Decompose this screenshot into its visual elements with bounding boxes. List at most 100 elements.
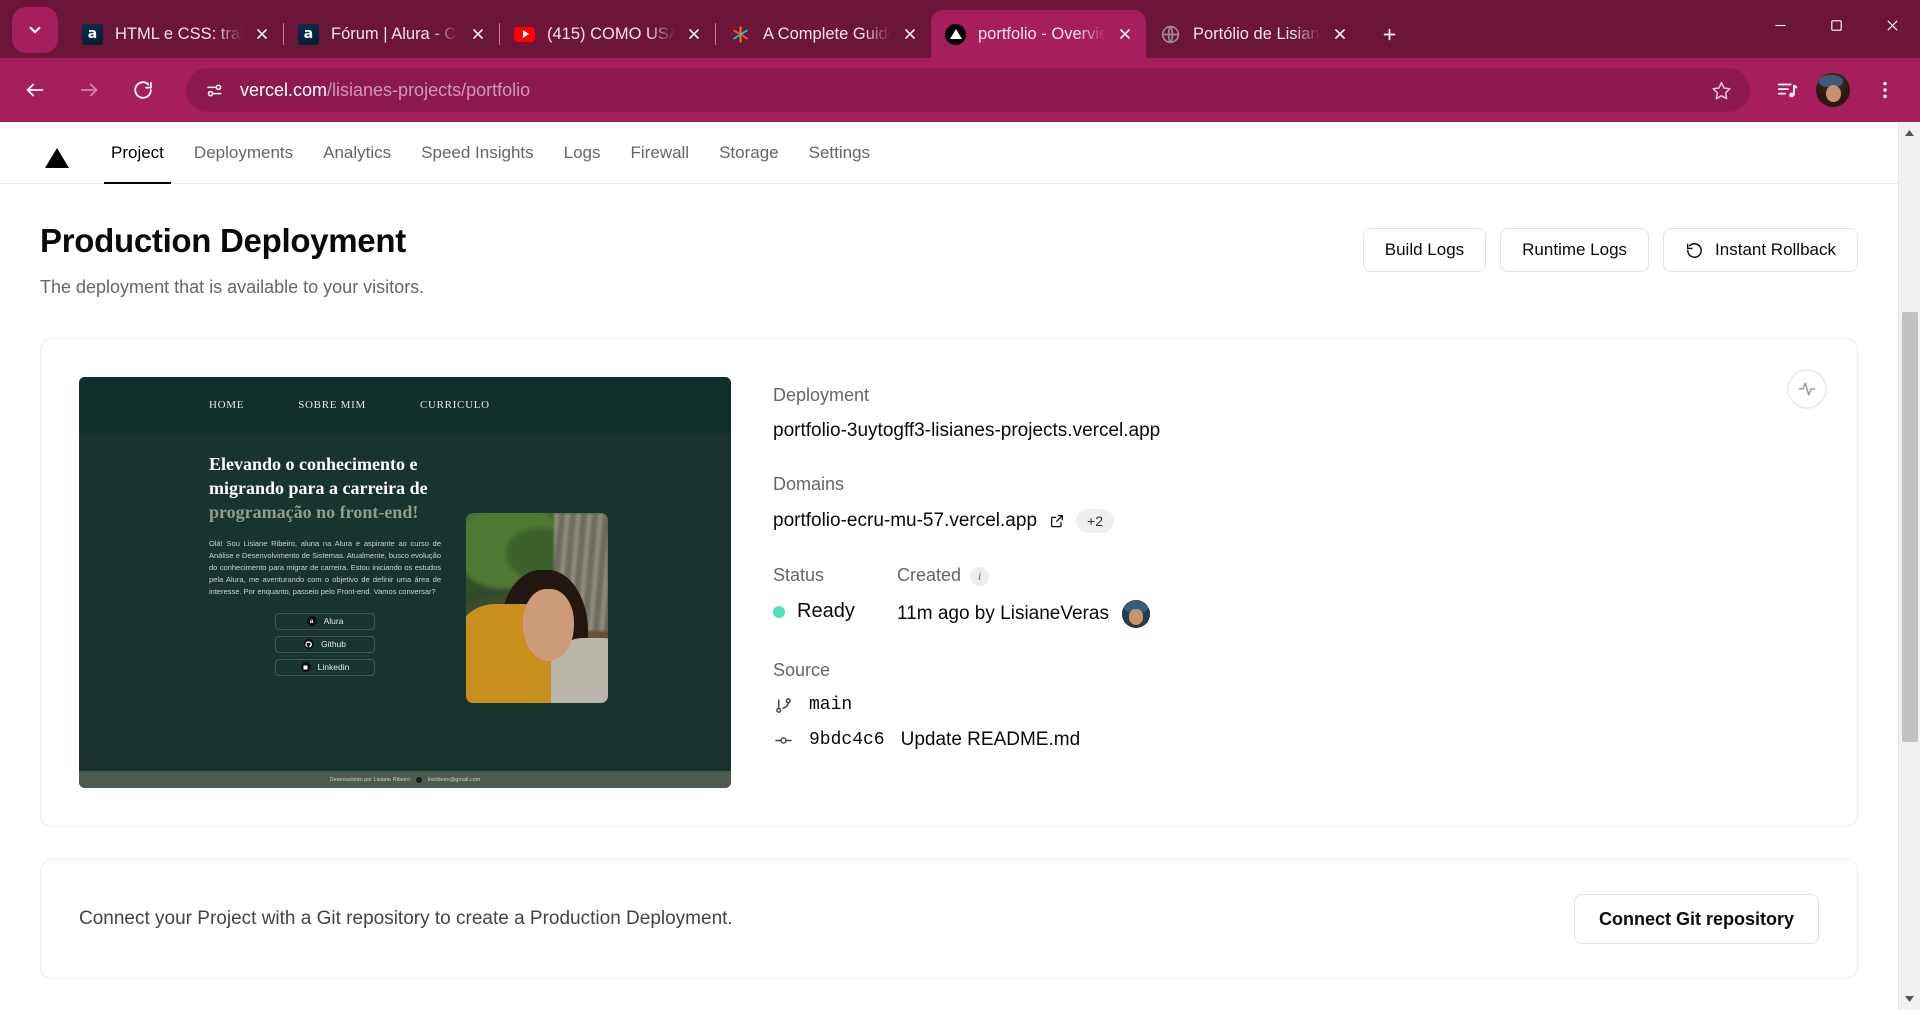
tab-close-button[interactable] — [465, 21, 491, 47]
nav-label: Storage — [719, 142, 779, 162]
forward-button[interactable] — [68, 69, 110, 111]
tab-storage[interactable]: Storage — [704, 122, 794, 184]
window-controls — [1752, 0, 1920, 58]
preview-button-github: Github — [275, 635, 375, 653]
preview-footer-email: lisiribeiro@gmail.com — [428, 776, 481, 783]
tab-speed-insights[interactable]: Speed Insights — [406, 122, 548, 184]
header-actions: Build Logs Runtime Logs Instant Rollback — [1362, 222, 1858, 272]
button-label: Runtime Logs — [1522, 240, 1628, 259]
playlist-music-icon — [1777, 83, 1798, 98]
preview-button-alura: a Alura — [275, 612, 375, 630]
tab-close-button[interactable] — [1327, 21, 1353, 47]
status-column: Status Ready — [773, 565, 897, 628]
connect-git-text: Connect your Project with a Git reposito… — [79, 908, 733, 929]
preview-footer: Desenvolvido por Lisiane Ribeiro lisirib… — [79, 771, 731, 788]
alura-icon: a — [298, 23, 319, 45]
close-icon — [1887, 20, 1897, 30]
tab-strip: a HTML e CSS: trabal a Fórum | Alura - C… — [0, 0, 1920, 58]
scroll-up-button[interactable] — [1899, 122, 1920, 144]
tab-close-button[interactable] — [681, 21, 707, 47]
tab-title: A Complete Guide — [763, 24, 891, 43]
reload-button[interactable] — [122, 69, 164, 111]
commit-row[interactable]: 9bdc4c6 Update README.md — [773, 729, 1819, 751]
tab-title: (415) COMO USAR — [547, 24, 675, 43]
tab-close-button[interactable] — [897, 21, 923, 47]
external-link-icon[interactable] — [1048, 513, 1065, 530]
bookmark-button[interactable] — [1704, 73, 1738, 107]
info-icon[interactable]: i — [970, 566, 990, 586]
author-avatar[interactable] — [1121, 600, 1150, 628]
chevron-up-icon — [1905, 130, 1914, 136]
tab-portfolio-overview[interactable]: portfolio - Overvie — [931, 10, 1146, 58]
page-subtitle: The deployment that is available to your… — [40, 277, 425, 297]
close-icon — [473, 29, 483, 39]
vercel-logo[interactable] — [40, 136, 74, 170]
tab-logs[interactable]: Logs — [549, 122, 616, 184]
page-header: Production Deployment The deployment tha… — [40, 184, 1858, 298]
deployment-group: Deployment portfolio-3uytogff3-lisianes-… — [773, 385, 1819, 442]
minimize-button[interactable] — [1752, 3, 1808, 47]
vercel-top-nav: Project Deployments Analytics Speed Insi… — [0, 122, 1898, 184]
tab-deployments[interactable]: Deployments — [179, 122, 308, 184]
maximize-icon — [1830, 19, 1842, 31]
branch-row[interactable]: main — [773, 695, 1819, 715]
preview-heading-white: Elevando o conhecimento e migrando para … — [209, 454, 428, 498]
page-viewport: Project Deployments Analytics Speed Insi… — [0, 122, 1920, 1010]
tab-analytics[interactable]: Analytics — [308, 122, 406, 184]
tab-forum-alura[interactable]: a Fórum | Alura - Cu — [284, 10, 499, 58]
close-icon — [689, 29, 699, 39]
nav-label: Settings — [808, 142, 871, 162]
reload-icon — [134, 81, 152, 99]
tab-close-button[interactable] — [249, 21, 275, 47]
alura-icon: a — [306, 616, 317, 627]
nav-label: Firewall — [630, 142, 690, 162]
profile-avatar[interactable] — [1816, 73, 1850, 107]
forward-arrow-icon — [80, 83, 98, 97]
domain-link[interactable]: portfolio-ecru-mu-57.vercel.app — [773, 510, 1037, 532]
branch-name: main — [809, 695, 853, 715]
new-tab-button[interactable] — [1371, 16, 1407, 52]
chrome-menu-button[interactable] — [1864, 69, 1906, 111]
tab-html-css[interactable]: a HTML e CSS: trabal — [68, 10, 283, 58]
back-button[interactable] — [14, 69, 56, 111]
button-label: Github — [320, 639, 347, 650]
connect-git-repository-button[interactable]: Connect Git repository — [1573, 894, 1819, 944]
scrollbar-thumb[interactable] — [1902, 312, 1918, 742]
domains-more-badge[interactable]: +2 — [1076, 509, 1114, 533]
minimize-icon — [1775, 24, 1785, 26]
tab-firewall[interactable]: Firewall — [616, 122, 705, 184]
tab-search-button[interactable] — [12, 7, 58, 53]
close-icon — [257, 29, 267, 39]
star-icon — [1711, 81, 1731, 99]
globe-icon — [1160, 24, 1181, 45]
tab-portfolio-lisiane[interactable]: Portólio de Lisiane — [1146, 10, 1361, 58]
instant-rollback-button[interactable]: Instant Rollback — [1663, 228, 1858, 272]
tab-css-tricks[interactable]: A Complete Guide — [716, 10, 931, 58]
site-settings-icon[interactable] — [202, 78, 226, 102]
maximize-button[interactable] — [1808, 3, 1864, 47]
page-scrollbar[interactable] — [1898, 122, 1920, 1010]
scroll-down-button[interactable] — [1899, 988, 1920, 1010]
media-hub-button[interactable] — [1766, 69, 1808, 111]
nav-label: Logs — [563, 142, 601, 162]
runtime-logs-button[interactable]: Runtime Logs — [1500, 228, 1650, 272]
tab-settings[interactable]: Settings — [794, 122, 885, 184]
button-label: Build Logs — [1384, 240, 1465, 259]
vercel-app: Project Deployments Analytics Speed Insi… — [0, 122, 1898, 1010]
created-column: Created i 11m ago by LisianeVeras — [897, 565, 1150, 628]
rotate-ccw-icon — [1687, 242, 1702, 258]
css-tricks-icon — [730, 24, 751, 45]
vercel-triangle-icon — [45, 147, 69, 168]
activity-button[interactable] — [1787, 369, 1827, 409]
tab-project[interactable]: Project — [96, 122, 179, 184]
status-label: Status — [773, 565, 825, 585]
build-logs-button[interactable]: Build Logs — [1362, 228, 1487, 272]
back-arrow-icon — [26, 83, 44, 97]
address-bar[interactable]: vercel.com/lisianes-projects/portfolio — [186, 68, 1750, 112]
close-window-button[interactable] — [1864, 3, 1920, 47]
tab-close-button[interactable] — [1112, 21, 1138, 47]
activity-pulse-icon — [1798, 382, 1816, 396]
url-text: vercel.com/lisianes-projects/portfolio — [240, 80, 530, 101]
tab-youtube[interactable]: (415) COMO USAR — [500, 10, 715, 58]
deployment-preview-thumbnail[interactable]: HOME SOBRE MIM CURRICULO Elevando o conh… — [79, 377, 731, 788]
